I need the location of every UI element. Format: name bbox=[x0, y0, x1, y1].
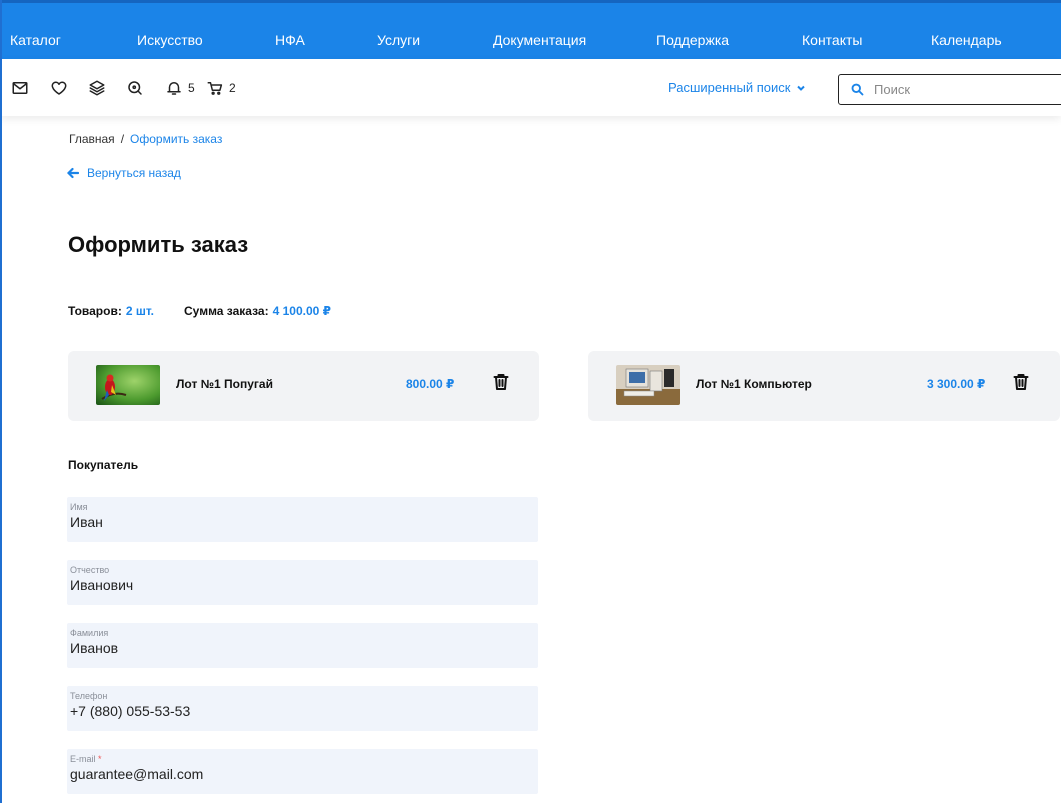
advanced-search-toggle[interactable]: Расширенный поиск bbox=[668, 59, 806, 116]
field-label-text: Имя bbox=[70, 502, 88, 512]
last-name-input[interactable] bbox=[70, 640, 520, 656]
items-summary: Товаров: 2 шт. bbox=[68, 304, 154, 318]
required-mark: * bbox=[98, 754, 102, 764]
chevron-down-icon bbox=[797, 85, 806, 91]
nav-item-calendar[interactable]: Календарь bbox=[931, 3, 1002, 59]
field-label: Фамилия bbox=[70, 628, 108, 638]
notifications-button[interactable]: 5 bbox=[165, 59, 195, 116]
field-label-text: Телефон bbox=[70, 691, 108, 701]
first-name-input[interactable] bbox=[70, 514, 520, 530]
trash-icon bbox=[1013, 374, 1029, 390]
parrot-thumbnail[interactable] bbox=[96, 365, 160, 405]
middle-name-input[interactable] bbox=[70, 577, 520, 593]
delete-button[interactable] bbox=[1013, 373, 1029, 391]
field-label: Телефон bbox=[70, 691, 107, 701]
back-link[interactable]: Вернуться назад bbox=[67, 166, 181, 180]
field-label-text: E-mail bbox=[70, 754, 96, 764]
first-name-field[interactable]: Имя bbox=[67, 497, 538, 542]
favorites-button[interactable] bbox=[50, 59, 68, 116]
buyer-section-title: Покупатель bbox=[68, 458, 139, 472]
trash-icon bbox=[493, 374, 509, 390]
field-label-text: Отчество bbox=[70, 565, 110, 575]
items-value: 2 шт. bbox=[125, 304, 155, 318]
items-label: Товаров: bbox=[68, 304, 122, 318]
bell-icon bbox=[167, 81, 181, 95]
lot-name[interactable]: Лот №1 Попугай bbox=[176, 351, 273, 421]
breadcrumb-separator: / bbox=[120, 132, 125, 146]
nav-item-nfa[interactable]: НФА bbox=[275, 3, 305, 59]
sum-label: Сумма заказа: bbox=[184, 304, 269, 318]
nav-item-contacts[interactable]: Контакты bbox=[802, 3, 862, 59]
arrow-left-icon bbox=[67, 167, 79, 179]
order-summary: Товаров: 2 шт. Сумма заказа: 4 100.00 ₽ bbox=[68, 304, 331, 318]
middle-name-field[interactable]: Отчество bbox=[67, 560, 538, 605]
top-nav: Каталог Искусство НФА Услуги Документаци… bbox=[0, 0, 1061, 59]
zoom-button[interactable] bbox=[126, 59, 144, 116]
heart-icon bbox=[51, 80, 67, 95]
lot-name[interactable]: Лот №1 Компьютер bbox=[696, 351, 812, 421]
field-label-text: Фамилия bbox=[70, 628, 109, 638]
layers-icon bbox=[89, 80, 105, 95]
parrot-image bbox=[96, 365, 160, 405]
cart-count: 2 bbox=[229, 80, 236, 95]
nav-item-catalog[interactable]: Каталог bbox=[10, 3, 61, 59]
email-input[interactable] bbox=[70, 766, 520, 782]
mail-icon bbox=[12, 81, 28, 94]
sum-value: 4 100.00 ₽ bbox=[272, 304, 331, 318]
cart-item: Лот №1 Компьютер 3 300.00 ₽ bbox=[588, 351, 1060, 421]
lot-price: 3 300.00 ₽ bbox=[927, 377, 986, 391]
breadcrumb-home[interactable]: Главная bbox=[69, 132, 115, 146]
back-link-label: Вернуться назад bbox=[87, 166, 181, 180]
window-edge bbox=[0, 0, 2, 803]
notifications-count: 5 bbox=[188, 80, 195, 95]
search-icon[interactable] bbox=[850, 82, 865, 97]
last-name-field[interactable]: Фамилия bbox=[67, 623, 538, 668]
computer-image bbox=[616, 365, 680, 405]
page-title: Оформить заказ bbox=[68, 232, 249, 257]
nav-item-art[interactable]: Искусство bbox=[137, 3, 203, 59]
computer-thumbnail[interactable] bbox=[616, 365, 680, 405]
field-label: Имя bbox=[70, 502, 88, 512]
email-field[interactable]: E-mail * bbox=[67, 749, 538, 794]
breadcrumb-current: Оформить заказ bbox=[130, 132, 223, 146]
layers-button[interactable] bbox=[88, 59, 106, 116]
cart-button[interactable]: 2 bbox=[206, 59, 236, 116]
phone-input[interactable] bbox=[70, 703, 520, 719]
field-label: E-mail * bbox=[70, 754, 102, 764]
breadcrumb: Главная / Оформить заказ bbox=[69, 132, 222, 146]
mail-button[interactable] bbox=[11, 59, 29, 116]
zoom-icon bbox=[128, 80, 142, 95]
search-box bbox=[838, 74, 1061, 105]
phone-field[interactable]: Телефон bbox=[67, 686, 538, 731]
delete-button[interactable] bbox=[493, 373, 509, 391]
nav-item-support[interactable]: Поддержка bbox=[656, 3, 729, 59]
cart-item: Лот №1 Попугай 800.00 ₽ bbox=[68, 351, 539, 421]
advanced-search-label: Расширенный поиск bbox=[668, 80, 791, 95]
nav-item-services[interactable]: Услуги bbox=[377, 3, 420, 59]
nav-item-documentation[interactable]: Документация bbox=[493, 3, 586, 59]
lot-price: 800.00 ₽ bbox=[406, 377, 455, 391]
cart-icon bbox=[207, 81, 223, 95]
search-input[interactable] bbox=[874, 82, 1044, 97]
field-label: Отчество bbox=[70, 565, 109, 575]
sum-summary: Сумма заказа: 4 100.00 ₽ bbox=[184, 304, 331, 318]
toolbar: 5 2 Расширенный поиск bbox=[0, 59, 1061, 116]
